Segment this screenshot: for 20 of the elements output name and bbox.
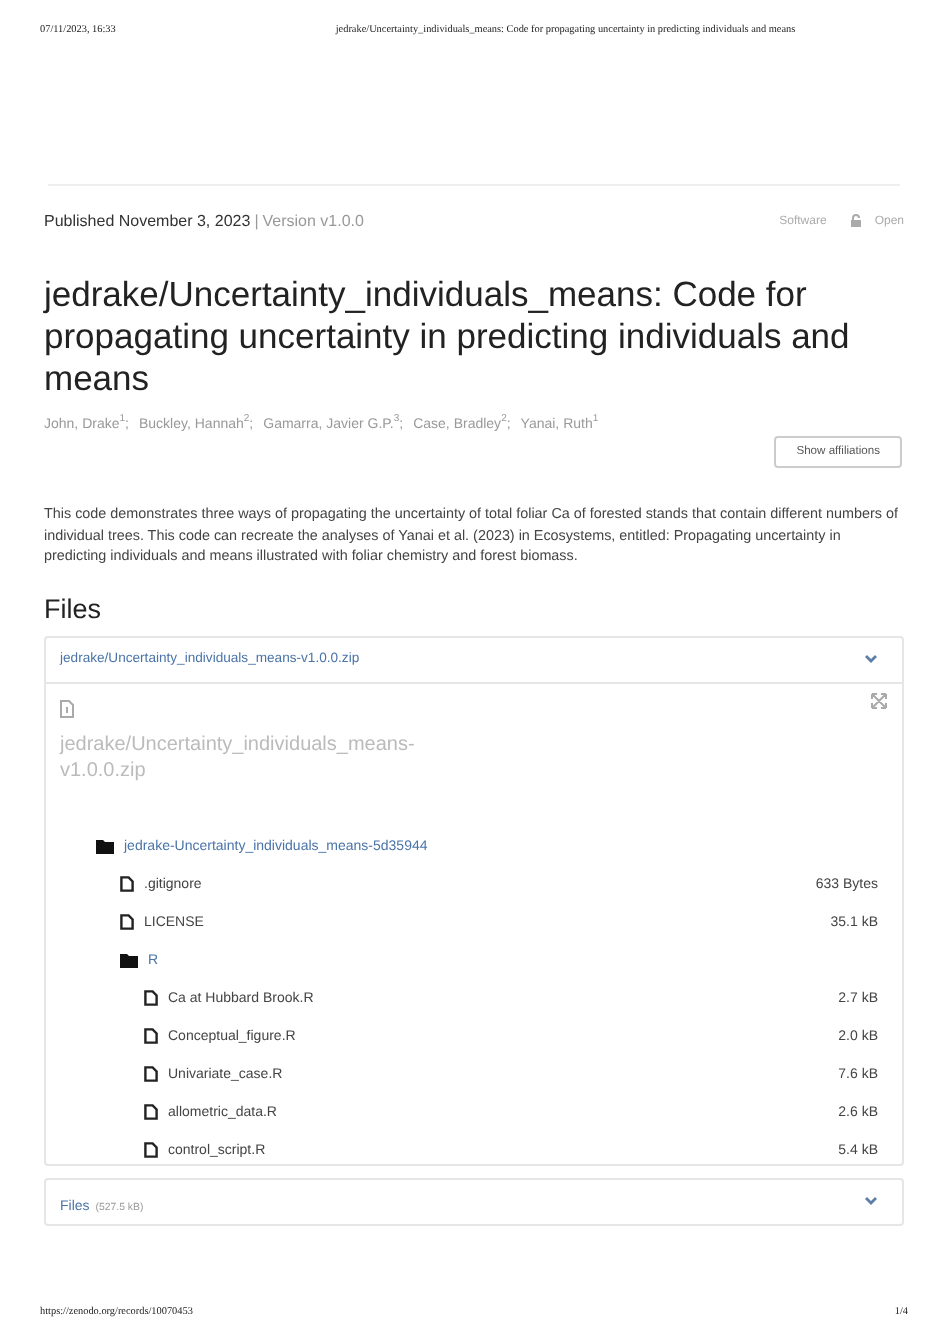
- separator: |: [254, 212, 259, 230]
- file-icon: [144, 990, 158, 1007]
- file-icon: [144, 1066, 158, 1083]
- file-icon: [144, 1104, 158, 1121]
- record-title: jedrake/Uncertainty_individuals_means: Code for propagating uncertainty in predicting individuals and means: [44, 274, 852, 400]
- preview-title: jedrake/Uncertainty_individuals_means-v1.0.0.zip: [60, 731, 417, 784]
- files-heading: Files: [44, 593, 104, 624]
- chevron-icon[interactable]: [864, 654, 878, 665]
- file-icon: [144, 1028, 158, 1045]
- file-icon: [120, 876, 134, 893]
- file-icon: [60, 699, 74, 718]
- expand-icon[interactable]: [870, 691, 888, 710]
- publication-date: Published November 3, 2023: [44, 212, 251, 230]
- lock-icon: [850, 214, 863, 228]
- chevron-icon[interactable]: [864, 1196, 878, 1207]
- folder-icon: [96, 839, 114, 854]
- file-icon: [144, 1142, 158, 1159]
- folder-icon: [120, 953, 138, 968]
- file-icon: [120, 914, 134, 931]
- version-label: Version v1.0.0: [262, 212, 364, 230]
